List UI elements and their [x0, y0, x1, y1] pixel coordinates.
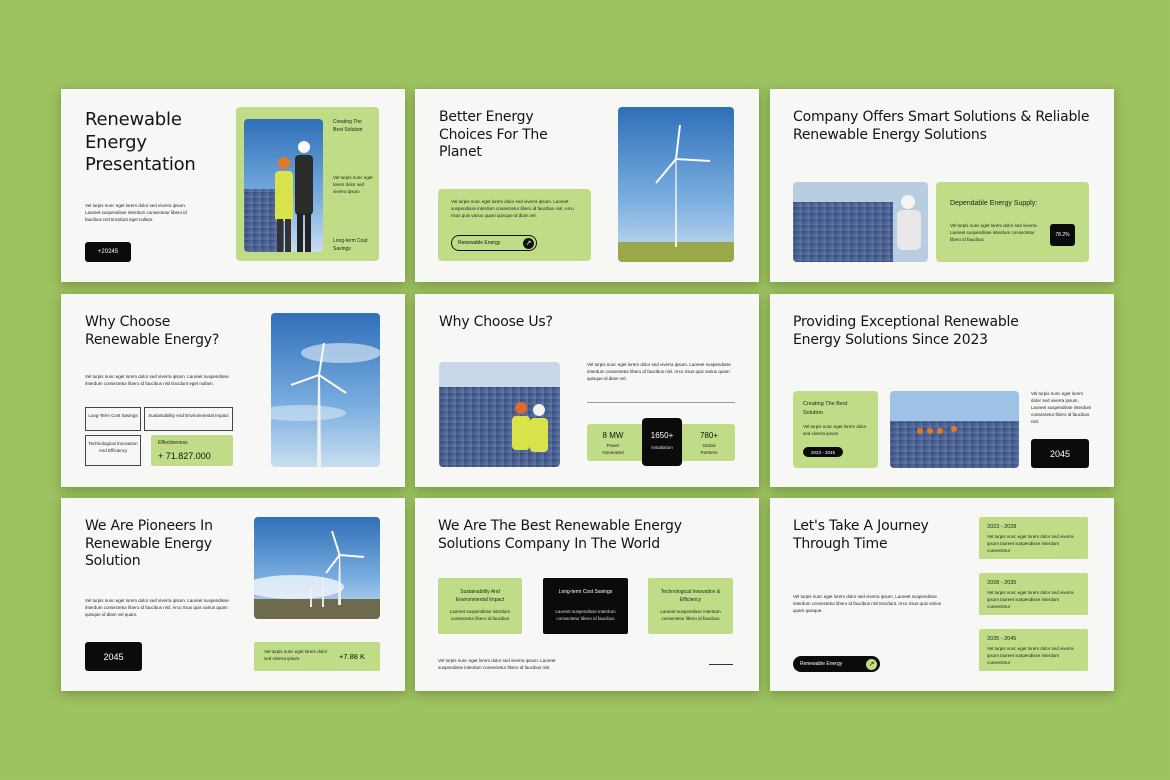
feature-card-highlight	[543, 578, 628, 634]
slide-title: Renewable Energy Presentation	[85, 109, 196, 175]
slide-body-text: Vel turpis nunc eget lorem dolor sed viv…	[85, 598, 229, 617]
card-body-text: Vel turpis nunc eget lorem dolor sed viv…	[333, 175, 373, 194]
stat-label: Global Partners	[700, 443, 718, 455]
card-body-text: Vel turpis nunc eget lorem dolor sed viv…	[950, 223, 1038, 242]
card-value: +7.88 K	[339, 652, 366, 661]
stat-value: 1650+	[650, 431, 674, 440]
pill-label: Renewable Energy	[800, 661, 843, 667]
slide-title: Why Choose Renewable Energy?	[85, 314, 220, 348]
renewable-energy-pill[interactable]: Renewable Energy ↗	[451, 235, 537, 251]
feature-box-cost-savings: Long-Term Cost Savings	[85, 407, 141, 431]
slide-2[interactable]: Better Energy Choices For The Planet Vel…	[415, 89, 759, 282]
timeline-card-title: 2035 - 2045	[987, 636, 1017, 642]
slide-5[interactable]: Why Choose Us? Vel turpis nunc eget lore…	[415, 294, 759, 487]
timeline-card-title: 2028 - 2035	[987, 580, 1017, 586]
stat-value: 780+	[699, 431, 719, 440]
card-body-text: Vel turpis nunc eget lorem dolor sed viv…	[803, 424, 867, 436]
feature-card-body: Laoreet suspendisse interdum consectetur…	[449, 609, 511, 621]
arrow-icon: ↗	[866, 658, 877, 670]
card-heading: Creating The Best Solution	[803, 401, 848, 416]
slide-body-text: Vel turpis nunc eget lorem dolor sed viv…	[1031, 391, 1092, 424]
feature-card	[438, 578, 522, 634]
card-heading: Creating The Best Solution	[333, 119, 363, 133]
feature-card-heading: Technological Innovation & Efficiency	[660, 589, 721, 603]
feature-card-body: Laoreet suspendisse interdum consectetur…	[660, 609, 721, 621]
year-range-pill: 2023 - 2045	[803, 447, 843, 457]
slide-title: Company Offers Smart Solutions & Reliabl…	[793, 109, 1090, 143]
slide-body-text: Vel turpis nunc eget lorem dolor sed viv…	[793, 594, 942, 613]
card-heading: Dependable Energy Supply:	[950, 200, 1038, 207]
slide-body-text: Vel turpis nunc eget lorem dolor sed viv…	[85, 203, 187, 222]
slide-3[interactable]: Company Offers Smart Solutions & Reliabl…	[770, 89, 1114, 282]
pill-label: Renewable Energy	[458, 240, 501, 246]
stat-label: Power Generated	[602, 443, 624, 455]
renewable-energy-pill[interactable]: Renewable Energy ↗	[793, 656, 880, 672]
engineers-photo	[244, 119, 323, 252]
wind-farm-photo	[254, 517, 380, 619]
slide-9[interactable]: Let's Take A Journey Through Time Vel tu…	[770, 498, 1114, 691]
solar-field-photo	[890, 391, 1019, 468]
slide-6[interactable]: Providing Exceptional Renewable Energy S…	[770, 294, 1114, 487]
solar-workers-photo	[439, 362, 560, 467]
year-badge[interactable]: +20245	[85, 242, 131, 262]
feature-card	[648, 578, 733, 634]
slide-4[interactable]: Why Choose Renewable Energy? Vel turpis …	[61, 294, 405, 487]
year-badge: 2045	[85, 642, 142, 671]
effectiveness-value: + 71.827.000	[158, 451, 211, 461]
divider	[709, 664, 733, 665]
slide-title: We Are The Best Renewable Energy Solutio…	[438, 518, 682, 552]
timeline-card-body: Vel turpis nunc eget lorem dolor sed viv…	[987, 590, 1074, 609]
slide-7[interactable]: We Are Pioneers In Renewable Energy Solu…	[61, 498, 405, 691]
slide-1[interactable]: Renewable Energy Presentation Vel turpis…	[61, 89, 405, 282]
card-footer: Long-term Cost Savings	[333, 238, 368, 252]
slide-title: We Are Pioneers In Renewable Energy Solu…	[85, 518, 213, 569]
card-body-text: Vel turpis nunc eget lorem dolor sed viv…	[451, 199, 574, 218]
divider	[587, 402, 735, 403]
wind-turbine-photo	[618, 107, 734, 262]
timeline-card-body: Vel turpis nunc eget lorem dolor sed viv…	[987, 534, 1074, 553]
feature-card-heading: Long-term Cost Savings	[558, 589, 613, 595]
card-body-text: Vel turpis nunc eget lorem dolor sed viv…	[264, 649, 328, 661]
wind-turbine-photo	[271, 313, 380, 467]
slide-body-text: Vel turpis nunc eget lorem dolor sed viv…	[85, 374, 229, 386]
slide-body-text: Vel turpis nunc eget lorem dolor sed viv…	[438, 658, 556, 670]
timeline-card-body: Vel turpis nunc eget lorem dolor sed viv…	[987, 646, 1074, 665]
slide-body-text: Vel turpis nunc eget lorem dolor sed viv…	[587, 362, 731, 381]
stat-value: 8 MW	[602, 431, 624, 440]
timeline-card-title: 2023 - 2028	[987, 524, 1017, 530]
slide-title: Why Choose Us?	[439, 314, 553, 330]
effectiveness-label: Effectiveness	[158, 440, 188, 446]
percent-badge: 78.2%	[1050, 224, 1075, 246]
arrow-icon: ↗	[523, 237, 534, 249]
feature-box-sustainability: Sustainability And Environmental Impact	[144, 407, 233, 431]
feature-card-body: Laoreet suspendisse interdum consectetur…	[555, 609, 616, 621]
feature-box-innovation: Technological Innovation And Efficiency	[85, 435, 141, 466]
feature-card-heading: Sustainability And Environmental Impact	[455, 589, 505, 603]
slide-8[interactable]: We Are The Best Renewable Energy Solutio…	[415, 498, 759, 691]
stat-highlight-card	[642, 418, 682, 466]
accent-card	[936, 182, 1089, 262]
slide-title: Let's Take A Journey Through Time	[793, 518, 929, 552]
solar-technician-photo	[793, 182, 928, 262]
slide-title: Providing Exceptional Renewable Energy S…	[793, 314, 1019, 348]
slide-title: Better Energy Choices For The Planet	[439, 109, 548, 160]
year-badge: 2045	[1031, 439, 1089, 468]
stat-label: Installation	[651, 445, 673, 450]
